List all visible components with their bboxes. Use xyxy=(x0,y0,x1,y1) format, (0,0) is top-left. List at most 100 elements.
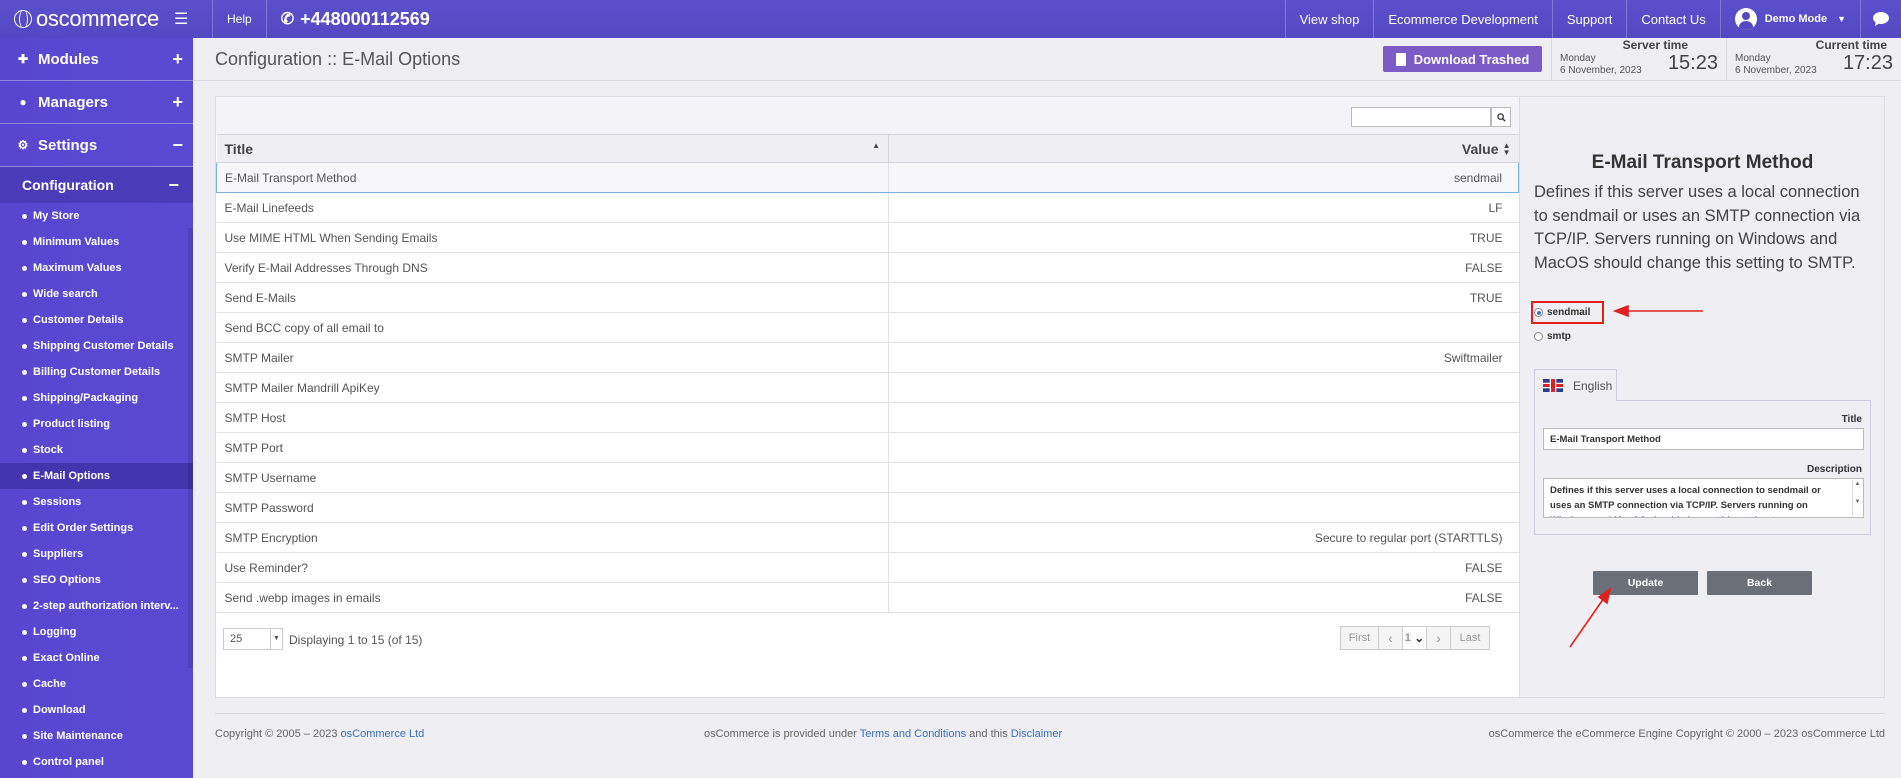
sidebar-item[interactable]: Control panel xyxy=(0,749,193,775)
bullet-icon xyxy=(22,369,27,375)
sidebar-item[interactable]: Exact Online xyxy=(0,645,193,671)
search-icon[interactable] xyxy=(1491,107,1511,127)
table-row[interactable]: Send .webp images in emails FALSE xyxy=(216,582,1519,613)
sidebar-item[interactable]: Product listing xyxy=(0,411,193,437)
page-select[interactable]: 1 ⌄ xyxy=(1403,627,1427,649)
sidebar-item[interactable]: Billing Customer Details xyxy=(0,359,193,385)
sidebar-item[interactable]: SEO Options xyxy=(0,567,193,593)
sidebar-item-label: SEO Options xyxy=(33,574,101,586)
sidebar-item[interactable]: Customer Details xyxy=(0,307,193,333)
back-button[interactable]: Back xyxy=(1707,571,1812,595)
hamburger-menu-icon[interactable]: ☰ xyxy=(174,9,196,29)
radio-sendmail[interactable]: sendmail xyxy=(1534,307,1590,318)
help-link[interactable]: Help xyxy=(212,0,267,38)
sidebar-item[interactable]: Site Maintenance xyxy=(0,723,193,749)
first-page-button[interactable]: First xyxy=(1341,627,1379,649)
sidebar-item[interactable]: Wide search xyxy=(0,281,193,307)
table-row[interactable]: SMTP Port xyxy=(216,432,1519,463)
bullet-icon xyxy=(22,473,27,479)
sidebar-item[interactable]: Cache xyxy=(0,671,193,697)
table-row[interactable]: Verify E-Mail Addresses Through DNS FALSE xyxy=(216,252,1519,283)
sidebar-item[interactable]: 2-step authorization interv... xyxy=(0,593,193,619)
table-row[interactable]: Send BCC copy of all email to xyxy=(216,312,1519,343)
sidebar-section-managers[interactable]: ● Managers + xyxy=(0,81,193,124)
bullet-icon xyxy=(22,551,27,557)
sidebar-item[interactable]: Suppliers xyxy=(0,541,193,567)
uk-flag-icon xyxy=(1543,379,1563,392)
cell-title: SMTP Username xyxy=(216,462,889,493)
disclaimer-link[interactable]: Disclaimer xyxy=(1011,728,1062,740)
table-row[interactable]: SMTP Password xyxy=(216,492,1519,523)
sidebar-item-label: Product listing xyxy=(33,418,110,430)
bullet-icon xyxy=(22,707,27,713)
search-input[interactable] xyxy=(1351,107,1491,127)
phone-number[interactable]: ✆ +448000112569 xyxy=(267,9,430,30)
last-page-button[interactable]: Last xyxy=(1451,627,1489,649)
sidebar-configuration[interactable]: Configuration − xyxy=(0,167,193,203)
sidebar-item[interactable]: Minimum Values xyxy=(0,229,193,255)
tab-english[interactable]: English xyxy=(1534,369,1617,401)
sidebar-item[interactable]: My Store xyxy=(0,203,193,229)
table-row[interactable]: Use MIME HTML When Sending Emails TRUE xyxy=(216,222,1519,253)
sidebar-item[interactable]: Edit Order Settings xyxy=(0,515,193,541)
download-trashed-label: Download Trashed xyxy=(1413,51,1530,67)
contact-us-link[interactable]: Contact Us xyxy=(1626,0,1719,38)
chat-icon[interactable] xyxy=(1861,0,1901,38)
sidebar-item[interactable]: Sessions xyxy=(0,489,193,515)
sidebar-section-settings[interactable]: ⚙ Settings − xyxy=(0,124,193,167)
cell-value: sendmail xyxy=(888,162,1519,193)
table-row[interactable]: E-Mail Linefeeds LF xyxy=(216,192,1519,223)
sidebar-item-label: Site Maintenance xyxy=(33,730,123,742)
sidebar-item[interactable]: Shipping/Packaging xyxy=(0,385,193,411)
panel-description: Defines if this server uses a local conn… xyxy=(1534,183,1861,272)
collapse-icon[interactable]: − xyxy=(168,175,179,196)
title-field[interactable]: E-Mail Transport Method xyxy=(1543,428,1864,450)
expand-icon[interactable]: + xyxy=(172,49,183,70)
table-row[interactable]: SMTP Mailer Mandrill ApiKey xyxy=(216,372,1519,403)
sidebar-item-label: Control panel xyxy=(33,756,104,768)
sidebar-scrollbar[interactable] xyxy=(188,228,193,668)
table-row[interactable]: SMTP Encryption Secure to regular port (S… xyxy=(216,522,1519,553)
radio-smtp[interactable]: smtp xyxy=(1534,331,1571,342)
description-field[interactable]: Defines if this server uses a local conn… xyxy=(1543,478,1864,518)
sidebar-item[interactable]: Shipping Customer Details xyxy=(0,333,193,359)
oscommerce-ltd-link[interactable]: osCommerce Ltd xyxy=(341,728,425,740)
textarea-scrollbar[interactable]: ▲ ▼ xyxy=(1852,480,1862,516)
table-row[interactable]: SMTP Mailer Swiftmailer xyxy=(216,342,1519,373)
download-trashed-button[interactable]: Download Trashed xyxy=(1383,46,1542,72)
sidebar-section-modules[interactable]: ✚ Modules + xyxy=(0,38,193,81)
bullet-icon xyxy=(22,447,27,453)
bullet-icon xyxy=(22,759,27,765)
sidebar-item[interactable]: E-Mail Options xyxy=(0,463,193,489)
prev-page-icon[interactable]: ‹ xyxy=(1379,627,1403,649)
column-header-title[interactable]: Title ▲ xyxy=(216,134,889,163)
table-row[interactable]: SMTP Username xyxy=(216,462,1519,493)
sidebar-item[interactable]: Download xyxy=(0,697,193,723)
logo[interactable]: oscommerce xyxy=(0,0,160,38)
view-shop-link[interactable]: View shop xyxy=(1284,0,1374,38)
radio-button-checked[interactable] xyxy=(1534,308,1543,317)
per-page-select[interactable]: 25 ▼ xyxy=(223,628,283,650)
support-link[interactable]: Support xyxy=(1551,0,1627,38)
sidebar-item[interactable]: Stock xyxy=(0,437,193,463)
ecommerce-development-link[interactable]: Ecommerce Development xyxy=(1373,0,1552,38)
collapse-icon[interactable]: − xyxy=(172,135,183,156)
expand-icon[interactable]: + xyxy=(172,92,183,113)
sidebar-item[interactable]: Logging xyxy=(0,619,193,645)
sidebar-section-label: Managers xyxy=(38,93,109,111)
column-header-value[interactable]: Value ▲ ▼ xyxy=(888,134,1519,163)
sidebar-configuration-label: Configuration xyxy=(22,177,114,193)
sidebar-item[interactable]: Maximum Values xyxy=(0,255,193,281)
table-row[interactable]: Send E-Mails TRUE xyxy=(216,282,1519,313)
cell-title: SMTP Mailer xyxy=(216,342,889,373)
user-menu[interactable]: Demo Mode ▼ xyxy=(1719,0,1861,38)
table-row[interactable]: Use Reminder? FALSE xyxy=(216,552,1519,583)
radio-button[interactable] xyxy=(1534,332,1543,341)
table-row[interactable]: SMTP Host xyxy=(216,402,1519,433)
cell-title: Send E-Mails xyxy=(216,282,889,313)
terms-link[interactable]: Terms and Conditions xyxy=(860,728,966,740)
update-button[interactable]: Update xyxy=(1593,571,1698,595)
table-row[interactable]: E-Mail Transport Method sendmail xyxy=(216,162,1519,193)
next-page-icon[interactable]: › xyxy=(1427,627,1451,649)
pagination: First ‹ 1 ⌄ › Last xyxy=(1340,626,1490,650)
